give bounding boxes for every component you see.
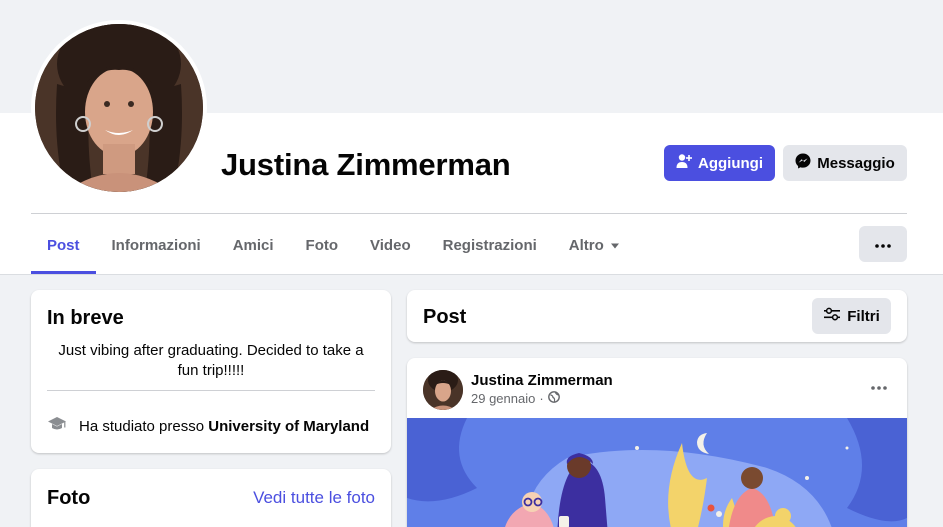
message-button[interactable]: Messaggio	[783, 145, 907, 181]
tab-informazioni[interactable]: Informazioni	[96, 216, 217, 274]
tab-post-label: Post	[47, 236, 80, 254]
tab-amici[interactable]: Amici	[217, 216, 290, 274]
profile-tabs: Post Informazioni Amici Foto Video Regis…	[31, 216, 636, 274]
tab-altro[interactable]: Altro	[553, 216, 636, 274]
education-text: Ha studiato presso University of Marylan…	[79, 418, 369, 435]
post-meta: 29 gennaio ·	[471, 391, 560, 406]
meta-separator: ·	[539, 391, 544, 406]
tab-foto-label: Foto	[305, 236, 339, 254]
caret-down-icon	[610, 237, 620, 254]
add-friend-icon	[676, 153, 692, 173]
post-author-name[interactable]: Justina Zimmerman	[471, 372, 613, 389]
post-card: Justina Zimmerman 29 gennaio ·	[407, 358, 907, 527]
profile-name: Justina Zimmerman	[221, 147, 511, 182]
photos-card: Foto Vedi tutte le foto	[31, 469, 391, 527]
ellipsis-icon	[875, 235, 891, 253]
ellipsis-icon	[871, 377, 887, 394]
post-date[interactable]: 29 gennaio	[471, 391, 535, 406]
tab-altro-label: Altro	[568, 236, 604, 254]
filter-button[interactable]: Filtri	[812, 298, 891, 334]
education-item: Ha studiato presso University of Marylan…	[47, 414, 369, 438]
globe-icon	[547, 391, 560, 406]
more-options-button[interactable]	[859, 226, 907, 262]
filter-sliders-icon	[823, 307, 841, 325]
posts-title: Post	[423, 306, 467, 328]
education-prefix: Ha studiato presso	[79, 417, 209, 435]
filter-label: Filtri	[847, 307, 880, 325]
messenger-icon	[795, 153, 811, 173]
message-label: Messaggio	[817, 154, 895, 172]
post-options-button[interactable]	[871, 377, 887, 395]
post-image[interactable]	[407, 418, 907, 527]
tab-registrazioni[interactable]: Registrazioni	[427, 216, 553, 274]
tab-informazioni-label: Informazioni	[111, 236, 201, 254]
tab-post[interactable]: Post	[31, 216, 96, 274]
tab-video[interactable]: Video	[354, 216, 427, 274]
photos-title: Foto	[47, 487, 91, 509]
graduation-cap-icon	[47, 414, 67, 438]
tab-foto[interactable]: Foto	[290, 216, 354, 274]
avatar	[35, 24, 203, 192]
see-all-photos-link[interactable]: Vedi tutte le foto	[253, 488, 375, 508]
profile-picture[interactable]	[31, 20, 207, 196]
tab-registrazioni-label: Registrazioni	[442, 236, 537, 254]
posts-header-card: Post Filtri	[407, 290, 907, 342]
post-author-avatar[interactable]	[423, 370, 463, 410]
intro-card: In breve Just vibing after graduating. D…	[31, 290, 391, 453]
tab-video-label: Video	[370, 236, 411, 254]
intro-bio: Just vibing after graduating. Decided to…	[58, 342, 364, 379]
intro-divider	[47, 390, 375, 391]
header-divider	[31, 213, 907, 214]
intro-title: In breve	[47, 307, 124, 329]
add-friend-button[interactable]: Aggiungi	[664, 145, 775, 181]
add-friend-label: Aggiungi	[698, 154, 763, 172]
tab-amici-label: Amici	[232, 236, 274, 254]
education-school[interactable]: University of Maryland	[208, 418, 369, 435]
